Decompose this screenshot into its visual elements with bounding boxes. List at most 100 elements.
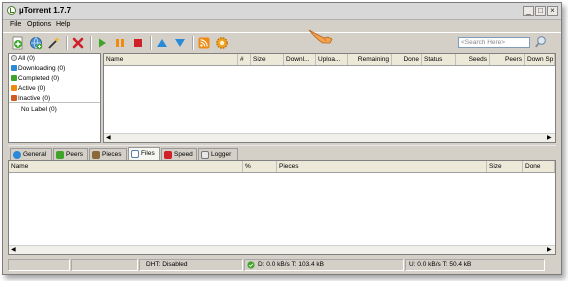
- tab-files[interactable]: Files: [128, 147, 160, 161]
- utorrent-logo-icon: [7, 6, 16, 15]
- downloading-icon: [11, 65, 17, 71]
- pane-splitter[interactable]: [8, 145, 556, 146]
- app-window: µTorrent 1.7.7 _ □ × File Options Help <…: [2, 2, 562, 275]
- completed-icon: [11, 75, 17, 81]
- col-done[interactable]: Done: [392, 54, 422, 65]
- files-list-header: Name % Pieces Size Done: [9, 161, 555, 173]
- info-icon: [13, 151, 21, 159]
- search-icon[interactable]: [534, 35, 548, 49]
- horizontal-scrollbar[interactable]: ◀ ▶: [104, 133, 555, 142]
- stop-icon[interactable]: [131, 36, 145, 50]
- title-bar[interactable]: µTorrent 1.7.7 _ □ ×: [3, 3, 561, 20]
- category-all[interactable]: All (0): [11, 55, 35, 64]
- tab-label: Speed: [174, 151, 193, 158]
- dht-status-text: DHT: Disabled: [146, 261, 188, 268]
- category-label: Inactive (0): [18, 95, 51, 102]
- tab-label: Files: [141, 150, 155, 157]
- rss-icon[interactable]: [197, 36, 211, 50]
- pause-icon[interactable]: [113, 36, 127, 50]
- col-file-name[interactable]: Name: [9, 161, 243, 172]
- hand-pointer-icon: [308, 29, 333, 44]
- scroll-left-icon[interactable]: ◀: [106, 135, 111, 141]
- status-segment: [71, 259, 138, 271]
- col-number[interactable]: #: [238, 54, 251, 65]
- files-list[interactable]: Name % Pieces Size Done ◀ ▶: [8, 160, 556, 255]
- search-input[interactable]: <Search Here>: [458, 37, 530, 48]
- pieces-icon: [92, 151, 100, 159]
- category-label: All (0): [18, 55, 35, 62]
- speed-icon: [164, 151, 172, 159]
- tab-logger[interactable]: Logger: [198, 148, 238, 160]
- col-size[interactable]: Size: [251, 54, 284, 65]
- dht-status: DHT: Disabled: [139, 259, 243, 271]
- col-name[interactable]: Name: [104, 54, 238, 65]
- col-pieces[interactable]: Pieces: [277, 161, 487, 172]
- tab-general[interactable]: General: [10, 148, 52, 160]
- col-down-speed[interactable]: Down Sp.: [525, 54, 555, 65]
- logger-icon: [201, 151, 209, 159]
- all-icon: [11, 55, 17, 61]
- toolbar-separator: [90, 36, 92, 50]
- status-segment: [8, 259, 70, 271]
- window-title: µTorrent 1.7.7: [19, 6, 72, 15]
- col-status[interactable]: Status: [422, 54, 456, 65]
- move-up-icon[interactable]: [155, 36, 169, 50]
- col-file-size[interactable]: Size: [487, 161, 523, 172]
- scroll-right-icon[interactable]: ▶: [547, 247, 552, 253]
- add-url-icon[interactable]: [29, 36, 43, 50]
- move-down-icon[interactable]: [173, 36, 187, 50]
- download-status[interactable]: D: 0.0 kB/s T: 103.4 kB: [244, 259, 404, 271]
- tab-speed[interactable]: Speed: [161, 148, 197, 160]
- col-file-done[interactable]: Done: [523, 161, 555, 172]
- col-uploaded[interactable]: Uploa...: [316, 54, 348, 65]
- col-seeds[interactable]: Seeds: [456, 54, 490, 65]
- torrent-list-header: Name # Size Downl... Uploa... Remaining …: [104, 54, 555, 66]
- category-downloading[interactable]: Downloading (0): [11, 65, 65, 74]
- col-percent[interactable]: %: [243, 161, 277, 172]
- toolbar-separator: [66, 36, 68, 50]
- category-completed[interactable]: Completed (0): [11, 75, 59, 84]
- menu-options[interactable]: Options: [27, 21, 51, 28]
- maximize-button[interactable]: □: [535, 6, 546, 16]
- active-icon: [11, 85, 17, 91]
- tab-peers[interactable]: Peers: [53, 148, 88, 160]
- download-status-text: D: 0.0 kB/s T: 103.4 kB: [258, 261, 324, 268]
- tab-label: General: [23, 151, 47, 158]
- peers-icon: [56, 151, 64, 159]
- network-ok-icon: [247, 261, 255, 269]
- toolbar-separator: [192, 36, 194, 50]
- tab-pieces[interactable]: Pieces: [89, 148, 127, 160]
- create-torrent-icon[interactable]: [47, 36, 61, 50]
- category-label: Downloading (0): [18, 65, 66, 72]
- scroll-right-icon[interactable]: ▶: [547, 135, 552, 141]
- tab-label: Logger: [211, 151, 232, 158]
- category-no-label[interactable]: No Label (0): [21, 106, 57, 115]
- toolbar: <Search Here>: [3, 32, 561, 53]
- preferences-icon[interactable]: [215, 36, 229, 50]
- menu-file[interactable]: File: [10, 21, 21, 28]
- col-remaining[interactable]: Remaining: [348, 54, 392, 65]
- menu-bar: File Options Help: [3, 20, 561, 31]
- category-label: Completed (0): [18, 75, 60, 82]
- tab-label: Pieces: [102, 151, 122, 158]
- minimize-button[interactable]: _: [523, 6, 534, 16]
- menu-help[interactable]: Help: [56, 21, 70, 28]
- category-active[interactable]: Active (0): [11, 85, 45, 94]
- remove-icon[interactable]: [71, 36, 85, 50]
- col-downloaded[interactable]: Downl...: [284, 54, 316, 65]
- upload-status-text: U: 0.0 kB/s T: 50.4 kB: [409, 261, 472, 268]
- sidebar-divider: [9, 102, 100, 103]
- add-torrent-icon[interactable]: [11, 36, 25, 50]
- tab-label: Peers: [66, 151, 83, 158]
- close-button[interactable]: ×: [547, 6, 558, 16]
- detail-tabs: General Peers Pieces Files Speed Logger: [8, 147, 556, 161]
- col-peers[interactable]: Peers: [490, 54, 525, 65]
- category-sidebar: All (0) Downloading (0) Completed (0) Ac…: [8, 53, 101, 143]
- inactive-icon: [11, 95, 17, 101]
- horizontal-scrollbar[interactable]: ◀ ▶: [9, 245, 555, 254]
- scroll-left-icon[interactable]: ◀: [11, 247, 16, 253]
- upload-status[interactable]: U: 0.0 kB/s T: 50.4 kB: [405, 259, 545, 271]
- torrent-list[interactable]: Name # Size Downl... Uploa... Remaining …: [103, 53, 556, 143]
- start-icon[interactable]: [95, 36, 109, 50]
- files-icon: [131, 150, 139, 158]
